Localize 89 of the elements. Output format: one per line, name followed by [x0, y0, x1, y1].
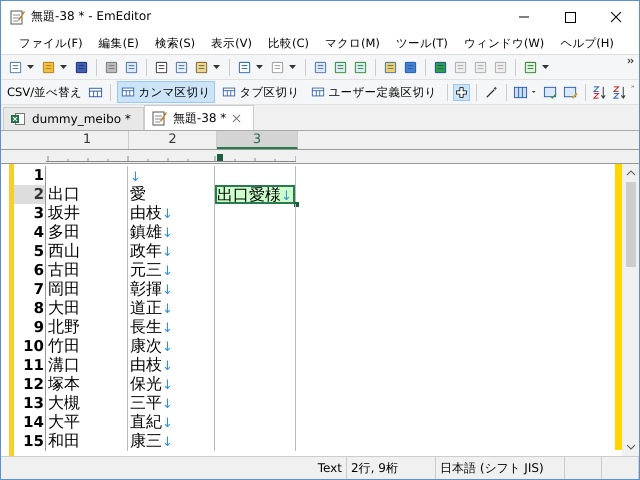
line-number: 10 [14, 337, 46, 356]
menu-item[interactable]: 編集(E) [90, 36, 147, 50]
column-header[interactable]: 3 [217, 131, 298, 149]
menu-item[interactable]: ファイル(F) [11, 36, 91, 50]
caret-icon[interactable] [60, 65, 67, 69]
table-cell-text: ↓ [130, 169, 141, 185]
delimiter-mode-button[interactable]: ユーザー定義区切り [306, 81, 441, 103]
table-cell-text: 出口 [48, 184, 80, 204]
status-mode: Text [314, 457, 347, 479]
line-number: 12 [14, 375, 46, 394]
scroll-down-icon[interactable] [626, 444, 636, 450]
plus-icon[interactable] [453, 84, 470, 100]
menu-item[interactable]: ツール(T) [388, 36, 456, 50]
line-number: 8 [14, 299, 46, 318]
line-number: 5 [14, 242, 46, 261]
sort-descending-icon[interactable] [611, 84, 628, 100]
line-number: 11 [14, 356, 46, 375]
menu-item[interactable]: ウィンドウ(W) [456, 36, 552, 50]
scrollbar-thumb[interactable] [626, 182, 636, 267]
spreadsheet-icon [10, 111, 26, 127]
tab-label: dummy_meibo * [32, 112, 131, 126]
table-cell-text: 西山 [48, 241, 80, 262]
line-number: 2 [14, 185, 46, 204]
line-number: 3 [14, 204, 46, 223]
table-cell-text: 大槻 [48, 393, 80, 414]
notepad-icon [9, 8, 25, 24]
table-cell: 北野 [48, 317, 80, 338]
table-cell: 康三↓ [130, 431, 173, 452]
table-cell: 和田 [48, 431, 80, 452]
table-cell-text: 三平↓ [130, 393, 173, 414]
line-number: 6 [14, 261, 46, 280]
caret-icon[interactable] [27, 65, 34, 69]
line-number: 4 [14, 223, 46, 242]
selected-cell: 出口愛様↓ [215, 185, 295, 204]
table-cell-text: 愛 [130, 184, 146, 204]
menu-item[interactable]: マクロ(M) [316, 36, 388, 50]
line-number: 15 [14, 432, 46, 451]
table-cell-text: 直紀↓ [130, 412, 173, 432]
delimiter-mode-button[interactable]: タブ区切り [218, 81, 304, 103]
table-cell-text: 元三↓ [130, 260, 173, 280]
chevron-icon[interactable] [627, 58, 635, 66]
table-cell: 鎮雄↓ [130, 222, 173, 243]
table-cell-text: 塚本 [48, 374, 80, 394]
table-cell-text: 大田 [48, 298, 80, 318]
table-cell-text: 大平 [48, 412, 80, 432]
table-cell-text: 長生↓ [130, 317, 173, 338]
menu-item[interactable]: 表示(V) [203, 36, 260, 50]
table-cell: 坂井 [48, 203, 80, 224]
csv-sort-label: CSV/並べ替え [7, 84, 82, 100]
table-cell: 彰揮↓ [130, 279, 173, 300]
table-cell: 由枝↓ [130, 203, 173, 224]
table-cell: 古田 [48, 260, 80, 281]
menu-item[interactable]: ヘルプ(H) [552, 36, 622, 50]
caret-icon[interactable] [256, 65, 263, 69]
table-cell: 政年↓ [130, 241, 173, 262]
status-position: 2行, 9桁 [347, 457, 436, 479]
document-tab[interactable]: dummy_meibo * [3, 107, 144, 130]
table-icon [222, 85, 236, 99]
table-cell: 保光↓ [130, 374, 173, 395]
line-number: 13 [14, 394, 46, 413]
sort-ascending-icon[interactable] [591, 84, 608, 100]
table-cell-text: 多田 [48, 222, 80, 242]
status-encoding: 日本語 (シフト JIS) [436, 457, 565, 479]
line-number: 7 [14, 280, 46, 299]
table-cell-text: 康次↓ [130, 336, 173, 356]
document-tab[interactable]: 無題-38 * [144, 105, 254, 130]
close-icon[interactable] [232, 114, 242, 122]
menu-item[interactable]: 比較(C) [260, 36, 317, 50]
scroll-up-icon[interactable] [626, 170, 636, 176]
window-title: 無題-38 * - EmEditor [31, 8, 152, 25]
tab-label: 無題-38 * [172, 110, 226, 126]
caret-icon[interactable] [542, 65, 549, 69]
table-cell-text: 岡田 [48, 279, 80, 300]
table-cell-text: 竹田 [48, 336, 80, 356]
column-header[interactable]: 1 [46, 131, 129, 149]
table-cell-text: 道正↓ [130, 298, 173, 318]
caret-icon[interactable] [532, 90, 536, 94]
vertical-scrollbar[interactable] [622, 164, 639, 456]
line-number: 9 [14, 318, 46, 337]
table-icon [120, 85, 135, 99]
line-number: 14 [14, 413, 46, 432]
table-cell-text: 由枝↓ [130, 355, 173, 376]
table-cell-text: 溝口 [48, 355, 80, 376]
caret-icon[interactable] [289, 65, 296, 69]
caret-icon[interactable] [213, 65, 220, 69]
delimiter-mode-button[interactable]: カンマ区切り [116, 81, 215, 103]
notepad-icon [150, 110, 167, 126]
menu-item[interactable]: 検索(S) [146, 36, 204, 50]
table-icon [310, 85, 325, 99]
